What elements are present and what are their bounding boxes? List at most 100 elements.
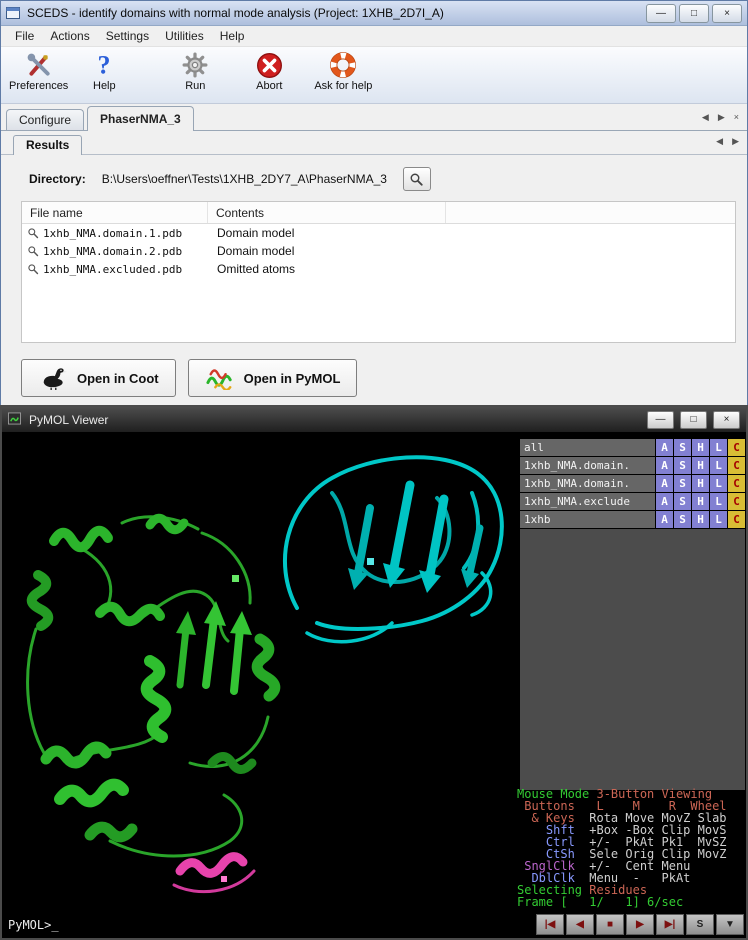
pymol-l-menu-button[interactable]: L <box>710 493 727 510</box>
movie-menu-button[interactable]: ▼ <box>716 914 744 935</box>
pymol-h-menu-button[interactable]: H <box>692 511 709 528</box>
pymol-s-menu-button[interactable]: S <box>674 475 691 492</box>
table-row[interactable]: 1xhb_NMA.domain.1.pdbDomain model <box>22 224 735 242</box>
tab-close[interactable]: × <box>734 112 739 123</box>
toolbar-run[interactable]: Run <box>166 51 224 92</box>
pymol-ribbon-icon <box>205 364 235 393</box>
table-row[interactable]: 1xhb_NMA.domain.2.pdbDomain model <box>22 242 735 260</box>
minimize-button[interactable]: — <box>647 411 674 429</box>
sceds-window-controls: —□× <box>646 4 742 23</box>
tab-nav: ◀ ▶ × <box>702 112 739 123</box>
pymol-a-menu-button[interactable]: A <box>656 511 673 528</box>
pymol-c-menu-button[interactable]: C <box>728 493 745 510</box>
pymol-a-menu-button[interactable]: A <box>656 439 673 456</box>
pymol-a-menu-button[interactable]: A <box>656 493 673 510</box>
pymol-object-name[interactable]: 1xhb_NMA.domain. <box>520 475 655 492</box>
results-scroll-left[interactable]: ◀ <box>716 136 723 147</box>
menu-settings[interactable]: Settings <box>98 27 157 45</box>
pymol-titlebar[interactable]: PyMOL Viewer —□× <box>2 407 746 433</box>
maximize-button[interactable]: □ <box>680 411 707 429</box>
tab-scroll-right[interactable]: ▶ <box>718 112 725 123</box>
pymol-c-menu-button[interactable]: C <box>728 457 745 474</box>
scene-button[interactable]: S <box>686 914 714 935</box>
pymol-h-menu-button[interactable]: H <box>692 493 709 510</box>
pymol-h-menu-button[interactable]: H <box>692 475 709 492</box>
minimize-button[interactable]: — <box>646 4 676 23</box>
file-table: File name Contents 1xhb_NMA.domain.1.pdb… <box>21 201 736 343</box>
pymol-app-icon <box>8 412 23 427</box>
column-header-contents[interactable]: Contents <box>208 202 446 223</box>
fast-forward-button[interactable]: ▶| <box>656 914 684 935</box>
menu-actions[interactable]: Actions <box>42 27 97 45</box>
notebook-tabs: ConfigurePhaserNMA_3 ◀ ▶ × <box>1 104 747 131</box>
directory-path: B:\Users\oeffner\Tests\1XHB_2DY7_A\Phase… <box>102 172 387 186</box>
pymol-object-row: 1xhb_NMA.excludeASHLC <box>520 493 745 510</box>
pymol-object-row: 1xhbASHLC <box>520 511 745 528</box>
table-row[interactable]: 1xhb_NMA.excluded.pdbOmitted atoms <box>22 260 735 278</box>
play-button[interactable]: ▶ <box>626 914 654 935</box>
browse-directory-button[interactable] <box>403 167 431 191</box>
mouse-mode-panel: Mouse Mode 3-Button Viewing Buttons L M … <box>517 788 745 908</box>
contents-cell: Domain model <box>208 244 294 258</box>
pymol-object-name[interactable]: 1xhb_NMA.domain. <box>520 457 655 474</box>
svg-text:?: ? <box>98 52 111 78</box>
magnifier-icon <box>27 245 39 257</box>
pymol-l-menu-button[interactable]: L <box>710 439 727 456</box>
pymol-l-menu-button[interactable]: L <box>710 511 727 528</box>
pymol-3d-viewport[interactable] <box>2 433 520 938</box>
pymol-s-menu-button[interactable]: S <box>674 493 691 510</box>
pymol-a-menu-button[interactable]: A <box>656 475 673 492</box>
toolbar-ask-for-help[interactable]: Ask for help <box>314 51 372 92</box>
results-scroll-right[interactable]: ▶ <box>732 136 739 147</box>
close-button[interactable]: × <box>712 4 742 23</box>
tab-configure[interactable]: Configure <box>6 109 84 131</box>
pymol-a-menu-button[interactable]: A <box>656 457 673 474</box>
command-prompt[interactable]: PyMOL>_ <box>8 918 59 932</box>
pymol-object-name[interactable]: 1xhb_NMA.exclude <box>520 493 655 510</box>
pymol-c-menu-button[interactable]: C <box>728 511 745 528</box>
sceds-titlebar[interactable]: SCEDS - identify domains with normal mod… <box>1 1 747 26</box>
menu-file[interactable]: File <box>7 27 42 45</box>
file-name-cell[interactable]: 1xhb_NMA.domain.2.pdb <box>22 245 208 258</box>
tab-phasernma-3[interactable]: PhaserNMA_3 <box>87 106 194 131</box>
stop-button[interactable]: ■ <box>596 914 624 935</box>
menu-bar: FileActionsSettingsUtilitiesHelp <box>1 26 747 47</box>
column-header-file-name[interactable]: File name <box>22 202 208 223</box>
pymol-object-panel: allASHLC1xhb_NMA.domain.ASHLC1xhb_NMA.do… <box>520 439 745 790</box>
pymol-s-menu-button[interactable]: S <box>674 511 691 528</box>
pymol-c-menu-button[interactable]: C <box>728 439 745 456</box>
pymol-s-menu-button[interactable]: S <box>674 457 691 474</box>
toolbar-preferences[interactable]: Preferences <box>9 51 68 92</box>
pymol-object-row: 1xhb_NMA.domain.ASHLC <box>520 457 745 474</box>
pymol-l-menu-button[interactable]: L <box>710 475 727 492</box>
rewind-button[interactable]: |◀ <box>536 914 564 935</box>
menu-utilities[interactable]: Utilities <box>157 27 212 45</box>
directory-label: Directory: <box>29 172 86 186</box>
pymol-s-menu-button[interactable]: S <box>674 439 691 456</box>
action-buttons: Open in Coot Open in PyMOL <box>21 359 357 397</box>
pymol-object-name[interactable]: 1xhb <box>520 511 655 528</box>
coot-bird-icon <box>38 364 68 393</box>
open-in-pymol-button[interactable]: Open in PyMOL <box>188 359 358 397</box>
tab-scroll-left[interactable]: ◀ <box>702 112 709 123</box>
open-in-coot-button[interactable]: Open in Coot <box>21 359 176 397</box>
toolbar-help[interactable]: ?Help <box>84 51 124 92</box>
table-header[interactable]: File name Contents <box>22 202 735 224</box>
maximize-button[interactable]: □ <box>679 4 709 23</box>
file-name-cell[interactable]: 1xhb_NMA.domain.1.pdb <box>22 227 208 240</box>
pymol-l-menu-button[interactable]: L <box>710 457 727 474</box>
step-back-button[interactable]: ◀ <box>566 914 594 935</box>
pymol-h-menu-button[interactable]: H <box>692 439 709 456</box>
directory-row: Directory: B:\Users\oeffner\Tests\1XHB_2… <box>29 167 431 191</box>
file-name-cell[interactable]: 1xhb_NMA.excluded.pdb <box>22 263 208 276</box>
sceds-window: SCEDS - identify domains with normal mod… <box>0 0 748 407</box>
pymol-object-name[interactable]: all <box>520 439 655 456</box>
pymol-h-menu-button[interactable]: H <box>692 457 709 474</box>
menu-help[interactable]: Help <box>212 27 253 45</box>
pymol-c-menu-button[interactable]: C <box>728 475 745 492</box>
close-button[interactable]: × <box>713 411 740 429</box>
tab-results[interactable]: Results <box>13 135 82 155</box>
toolbar-abort[interactable]: Abort <box>240 51 298 92</box>
window-title: SCEDS - identify domains with normal mod… <box>27 6 646 20</box>
magnifier-icon <box>409 172 424 187</box>
